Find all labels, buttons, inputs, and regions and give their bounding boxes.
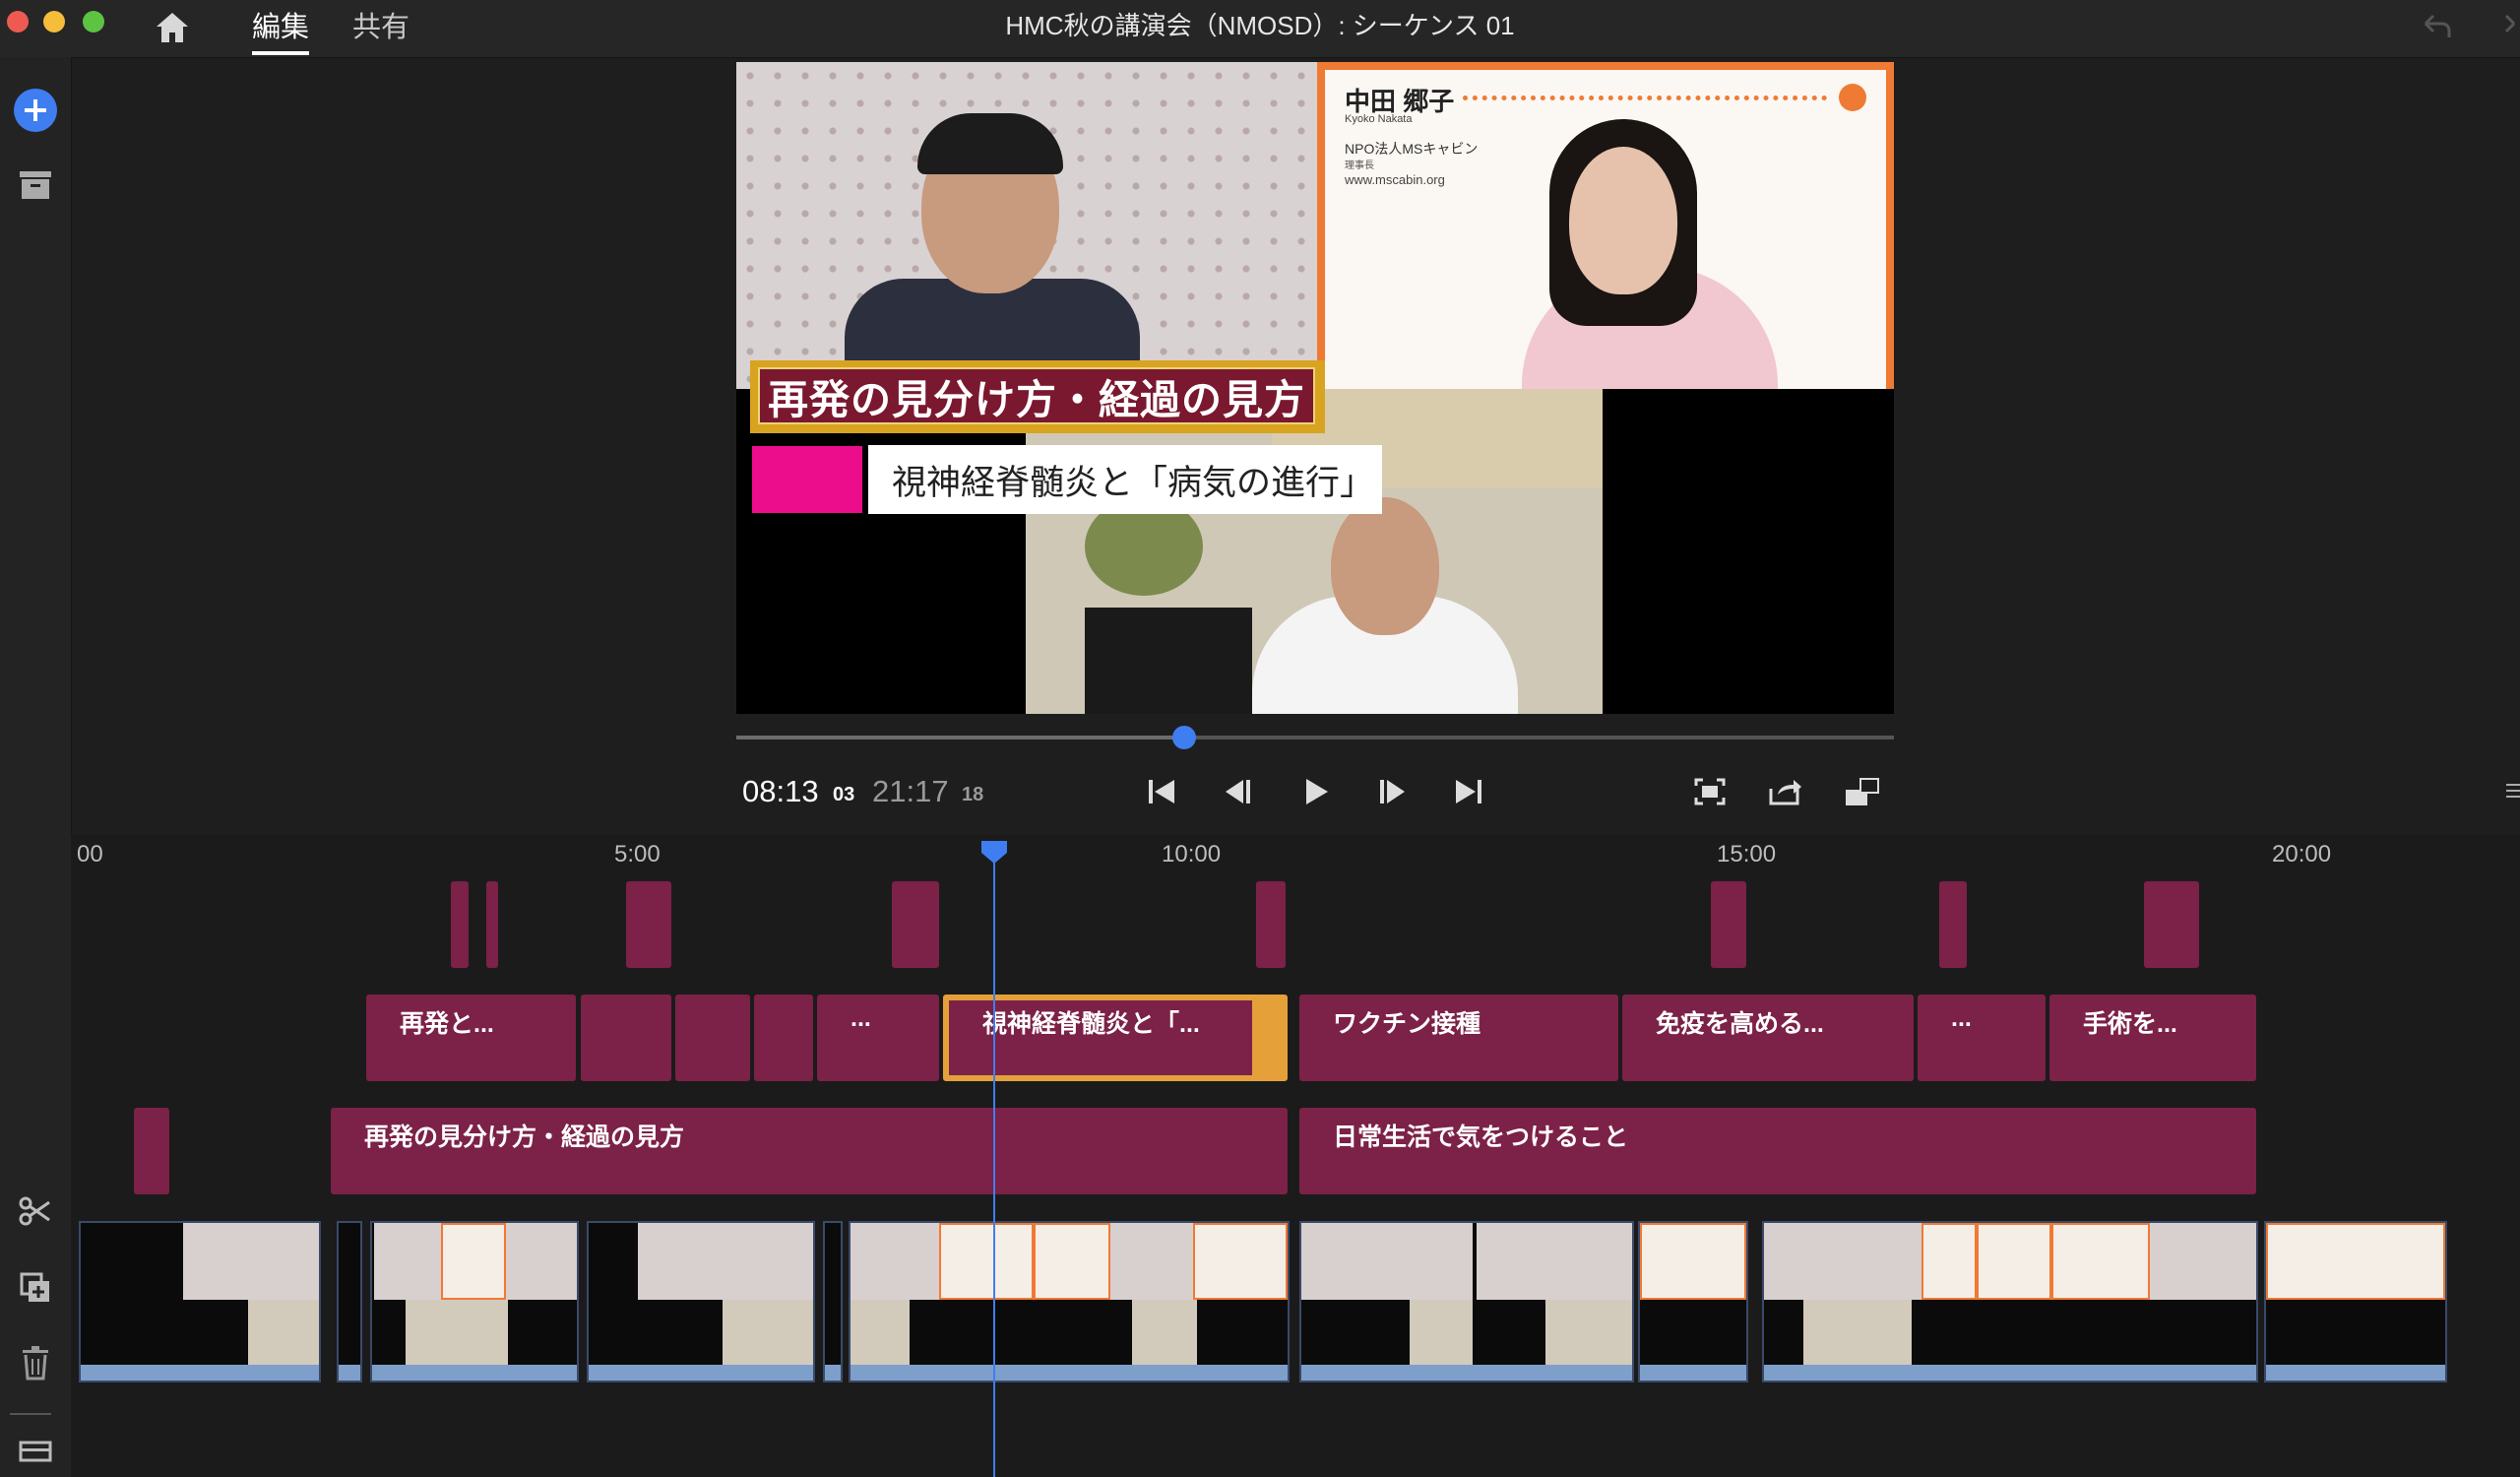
marker-clip[interactable] [451,881,469,968]
archive-icon[interactable] [10,160,61,211]
skip-to-start-icon[interactable] [1140,770,1183,813]
guest-background: 中田 郷子 Kyoko Nakata NPO法人MSキャビン 理事長 www.m… [1325,70,1886,389]
skip-to-end-icon[interactable] [1447,770,1490,813]
current-frames: 03 [833,784,855,805]
title-clip-label: ... [850,1004,871,1032]
video-clip[interactable] [823,1221,843,1382]
guest-romaji: Kyoko Nakata [1345,113,1413,125]
redo-icon[interactable] [2490,12,2520,41]
panel-menu-icon[interactable] [2506,780,2520,802]
office-chair [1085,608,1252,714]
title-clip[interactable]: ワクチン接種 [1299,995,1618,1081]
ruler-label: 00 [77,841,103,867]
scrubber-progress [736,736,1185,739]
section-clip-label: 再発の見分け方・経過の見方 [364,1124,685,1151]
scrubber-handle[interactable] [1172,726,1197,749]
marker-clip[interactable] [626,881,671,968]
total-frames: 18 [962,784,984,805]
marker-clip[interactable] [892,881,939,968]
title-bar: 編集 共有 HMC秋の講演会（NMOSD）: シーケンス 01 [0,0,2520,58]
section-clip[interactable]: 日常生活で気をつけること [1299,1108,2256,1194]
guest-url: www.mscabin.org [1345,172,1445,187]
ruler-label: 5:00 [614,841,661,867]
title-clip-label: ワクチン接種 [1333,1010,1481,1038]
window-title: HMC秋の講演会（NMOSD）: シーケンス 01 [1005,11,1515,40]
title-clip-label: ... [1951,1004,1972,1032]
guest-role: 理事長 [1345,161,1374,171]
marker-clip[interactable] [486,881,498,968]
caption-subtitle-text: 視神経脊髄炎と「病気の進行」 [892,463,1375,502]
fit-to-screen-icon[interactable] [1688,770,1732,813]
current-timecode: 08:13 [742,774,819,808]
marker-clip[interactable] [1939,881,1967,968]
caption-title-text: 再発の見分け方・経過の見方 [768,377,1305,422]
video-clip[interactable] [1638,1221,1748,1382]
video-frame-doctor [1026,389,1603,714]
marker-clip[interactable] [1256,881,1286,968]
speaker-hair [917,113,1063,174]
playhead-line [993,857,995,1477]
title-clip-label: 免疫を高める... [1656,1010,1824,1038]
title-clip[interactable] [754,995,813,1081]
title-clip[interactable] [675,995,750,1081]
caption-title: 再発の見分け方・経過の見方 [750,360,1325,433]
step-back-icon[interactable] [1217,770,1260,813]
title-clip[interactable]: 手術を... [2049,995,2256,1081]
export-icon[interactable] [1764,770,1807,813]
title-clip[interactable]: 免疫を高める... [1622,995,1914,1081]
play-icon[interactable] [1293,770,1337,813]
video-clip[interactable] [337,1221,362,1382]
panel-icon[interactable] [10,1434,61,1469]
section-clip[interactable]: 再発の見分け方・経過の見方 [331,1108,1288,1194]
ruler-label: 10:00 [1162,841,1222,867]
caption-accent-block [752,446,862,513]
title-clip[interactable]: ... [1918,995,2046,1081]
video-clip[interactable] [1762,1221,2258,1382]
dotted-line [1463,96,1827,100]
scissors-icon[interactable] [10,1186,61,1237]
marker-clip[interactable] [2144,881,2199,968]
guest-head [1569,147,1677,294]
caption-subtitle: 視神経脊髄炎と「病気の進行」 [868,445,1382,514]
ruler-label: 20:00 [2272,841,2332,867]
doctor-head [1331,497,1439,635]
title-clip-label: 手術を... [2083,1010,2177,1038]
rail-divider [10,1413,51,1415]
duplicate-icon[interactable] [10,1262,61,1314]
section-clip-label: 日常生活で気をつけること [1333,1124,1629,1151]
trash-icon[interactable] [10,1337,61,1388]
ruler-label: 15:00 [1717,841,1777,867]
add-icon[interactable] [10,85,61,136]
caption-title-box: 再発の見分け方・経過の見方 [758,367,1315,424]
video-frame-guest: 中田 郷子 Kyoko Nakata NPO法人MSキャビン 理事長 www.m… [1317,62,1894,389]
tool-rail [0,57,72,1477]
video-clip[interactable] [1299,1221,1634,1382]
video-frame-host [736,62,1317,397]
active-tab-indicator [252,51,309,55]
total-duration: 21:17 [872,774,949,808]
title-clip-label: 視神経脊髄炎と「... [982,1010,1200,1038]
video-clip[interactable] [2264,1221,2447,1382]
guest-org: NPO法人MSキャビン [1345,141,1479,157]
title-clip-label: 再発と... [400,1010,494,1038]
title-clip[interactable]: 再発と... [366,995,576,1081]
playhead-handle[interactable] [979,839,1009,865]
layout-icon[interactable] [1841,770,1884,813]
video-clip[interactable] [370,1221,579,1382]
video-clip[interactable] [849,1221,1290,1382]
title-clip[interactable]: ... [817,995,939,1081]
section-clip[interactable] [134,1108,169,1194]
title-clip[interactable] [581,995,671,1081]
step-forward-icon[interactable] [1370,770,1414,813]
undo-icon[interactable] [2420,12,2453,41]
video-clip[interactable] [587,1221,815,1382]
smile-icon [1839,84,1866,111]
marker-clip[interactable] [1711,881,1746,968]
video-clip[interactable] [79,1221,321,1382]
video-preview[interactable]: 中田 郷子 Kyoko Nakata NPO法人MSキャビン 理事長 www.m… [736,62,1894,714]
